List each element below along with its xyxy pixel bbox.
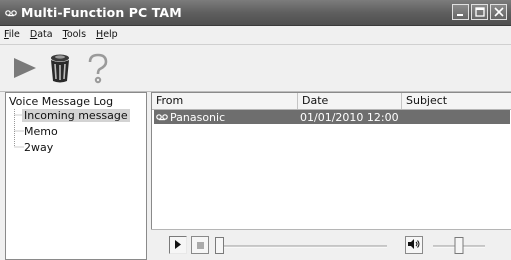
play-button[interactable] — [6, 51, 42, 87]
cell-date: 01/01/2010 12:00 — [300, 110, 399, 124]
stop-icon — [196, 239, 204, 252]
trash-icon — [47, 52, 73, 87]
tape-icon — [154, 113, 170, 121]
table-row[interactable]: Panasonic 01/01/2010 12:00 — [154, 110, 510, 124]
question-icon — [85, 52, 111, 87]
menu-tools-label: ools — [66, 28, 87, 40]
menu-help-label: elp — [103, 28, 118, 40]
menu-data-label: ata — [37, 28, 53, 40]
play-icon — [174, 239, 182, 252]
menu-bar: File Data Tools Help — [0, 26, 511, 42]
column-header-date[interactable]: Date — [298, 93, 402, 109]
volume-slider[interactable] — [433, 235, 485, 257]
stop-button[interactable] — [191, 236, 209, 254]
tree-item-2way[interactable]: 2way — [24, 141, 53, 154]
position-slider[interactable] — [215, 235, 387, 257]
window-title: Multi-Function PC TAM — [21, 5, 182, 20]
menu-file-label: ile — [8, 28, 20, 40]
tree-item-memo[interactable]: Memo — [24, 125, 58, 138]
toolbar — [0, 44, 511, 92]
menu-tools[interactable]: Tools — [58, 29, 91, 40]
play-icon — [9, 53, 39, 86]
play-small-button[interactable] — [169, 236, 187, 254]
tree-item-incoming-message[interactable]: Incoming message — [22, 109, 130, 122]
help-button[interactable] — [80, 51, 116, 87]
maximize-button[interactable] — [471, 4, 488, 20]
message-log-tree[interactable]: Voice Message Log Incoming message Memo … — [5, 92, 147, 260]
menu-help[interactable]: Help — [91, 29, 123, 40]
column-header-from[interactable]: From — [152, 93, 298, 109]
list-header: From Date Subject — [152, 93, 511, 110]
playback-bar — [151, 229, 511, 260]
close-button[interactable] — [490, 4, 507, 20]
cell-from: Panasonic — [170, 110, 226, 124]
title-bar[interactable]: Multi-Function PC TAM — [0, 0, 511, 26]
minimize-button[interactable] — [452, 4, 469, 20]
tree-root-voice-message-log[interactable]: Voice Message Log — [9, 95, 113, 108]
volume-slider-thumb[interactable] — [454, 237, 464, 254]
menu-file[interactable]: File — [0, 29, 25, 40]
position-slider-thumb[interactable] — [215, 237, 224, 254]
menu-data[interactable]: Data — [25, 29, 58, 40]
volume-button[interactable] — [405, 236, 423, 254]
delete-button[interactable] — [42, 51, 78, 87]
speaker-icon — [408, 238, 420, 252]
tape-icon — [5, 8, 17, 18]
column-header-subject[interactable]: Subject — [402, 93, 511, 109]
